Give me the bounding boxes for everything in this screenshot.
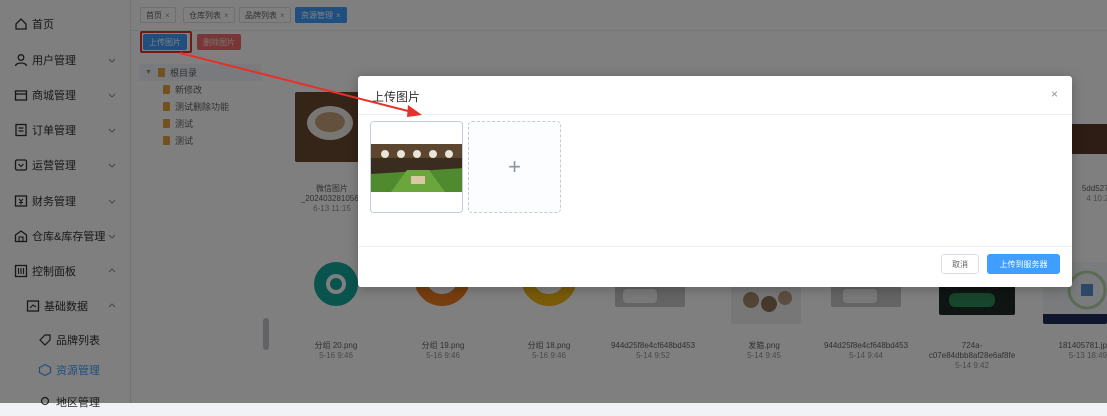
uploaded-image-thumbnail[interactable] [370, 121, 463, 213]
dialog-divider [358, 114, 1072, 115]
upload-to-server-button[interactable]: 上传到服务器 [987, 254, 1060, 274]
plus-icon: + [508, 154, 521, 179]
close-icon[interactable]: × [1051, 87, 1058, 101]
dialog-footer-divider [358, 246, 1072, 247]
upload-dialog: 上传图片 × + 取消 上传到服务器 [358, 76, 1072, 287]
cancel-button[interactable]: 取消 [941, 254, 979, 274]
dialog-title: 上传图片 [372, 90, 421, 104]
add-image-card[interactable]: + [468, 121, 561, 213]
